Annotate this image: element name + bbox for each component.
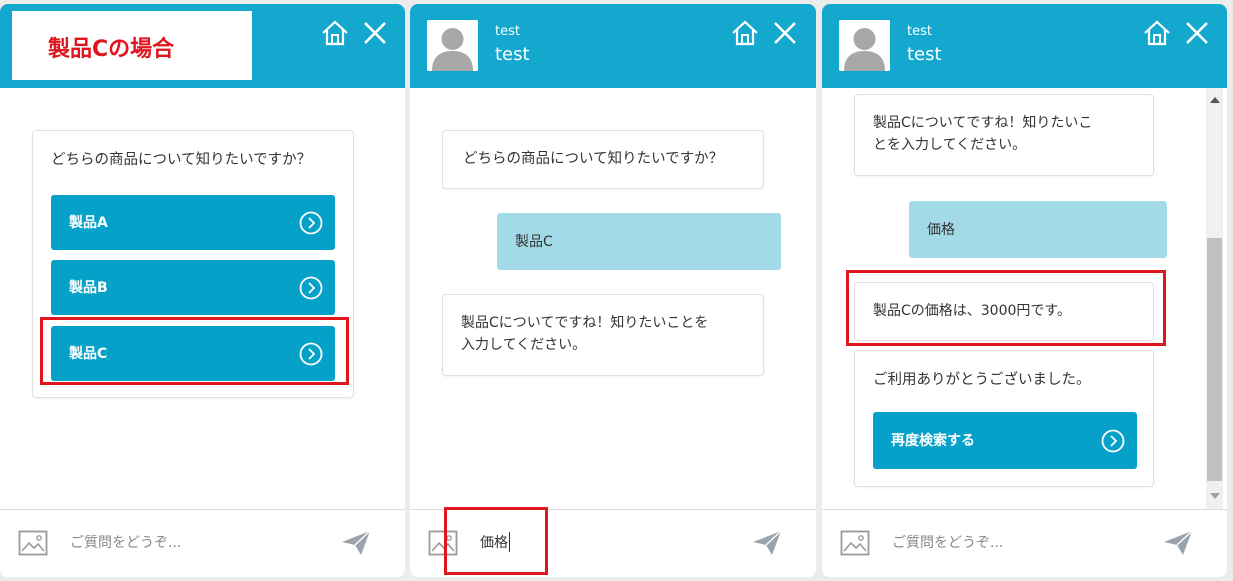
bot-name-small: test bbox=[495, 24, 520, 39]
message-text: 製品C bbox=[515, 234, 553, 250]
close-icon[interactable] bbox=[360, 18, 390, 48]
option-button-product-b[interactable]: 製品B bbox=[51, 260, 335, 315]
chat-body: どちらの商品について知りたいですか？ 製品A 製品B 製品C bbox=[0, 88, 405, 509]
message-text: どちらの商品について知りたいですか？ bbox=[463, 151, 724, 167]
chat-header: 製品Cの場合 bbox=[0, 4, 405, 88]
title-label: 製品Cの場合 bbox=[48, 37, 175, 62]
message-text-line2: 入力してください。 bbox=[461, 337, 587, 353]
chat-panel-1: 製品Cの場合 どちらの商品について知りたいですか？ 製品A 製品B 製品C ご質… bbox=[0, 4, 405, 577]
highlight-box bbox=[444, 507, 548, 575]
question-text: どちらの商品について知りたいですか？ bbox=[51, 152, 312, 168]
scroll-up-arrow[interactable] bbox=[1210, 97, 1220, 103]
avatar-icon bbox=[427, 20, 478, 71]
chat-panel-3: test test 製品Cについてですね！知りたいこ とを入力してください。 価… bbox=[822, 4, 1227, 577]
chat-panel-2: test test どちらの商品について知りたいですか？ 製品C 製品Cについて… bbox=[410, 4, 816, 577]
message-text-line2: とを入力してください。 bbox=[873, 137, 1027, 153]
scrollbar-thumb[interactable] bbox=[1207, 238, 1222, 481]
bot-message: 製品Cについてですね！知りたいこ とを入力してください。 bbox=[854, 94, 1154, 176]
home-icon[interactable] bbox=[1142, 18, 1172, 48]
option-label: 製品B bbox=[69, 279, 108, 296]
chat-footer: 価格 bbox=[410, 507, 816, 577]
bot-message: どちらの商品について知りたいですか？ bbox=[442, 130, 764, 189]
button-label: 再度検索する bbox=[891, 432, 975, 449]
close-icon[interactable] bbox=[1182, 18, 1212, 48]
scrollbar[interactable] bbox=[1206, 88, 1223, 509]
chevron-right-circle-icon bbox=[299, 211, 323, 234]
bot-message: ご利用ありがとうございました。 再度検索する bbox=[854, 350, 1154, 487]
message-input[interactable]: ご質問をどうぞ... bbox=[892, 532, 1003, 552]
option-label: 製品A bbox=[69, 214, 108, 231]
image-icon[interactable] bbox=[18, 530, 48, 556]
chevron-right-circle-icon bbox=[1101, 429, 1125, 452]
user-message: 製品C bbox=[497, 213, 781, 270]
message-text: 価格 bbox=[927, 222, 955, 238]
chat-header: test test bbox=[822, 4, 1227, 88]
chat-footer: ご質問をどうぞ... bbox=[822, 509, 1227, 577]
title-label-box: 製品Cの場合 bbox=[12, 11, 252, 80]
chevron-right-circle-icon bbox=[299, 276, 323, 299]
home-icon[interactable] bbox=[730, 18, 760, 48]
message-text-line1: 製品Cについてですね！知りたいこ bbox=[873, 115, 1093, 131]
image-icon[interactable] bbox=[840, 530, 870, 556]
chat-body: どちらの商品について知りたいですか？ 製品C 製品Cについてですね！知りたいこと… bbox=[410, 88, 816, 509]
chat-footer: ご質問をどうぞ... bbox=[0, 509, 405, 577]
bot-name: test bbox=[495, 44, 530, 65]
send-icon[interactable] bbox=[1163, 530, 1193, 556]
message-text: ご利用ありがとうございました。 bbox=[873, 372, 1091, 388]
send-icon[interactable] bbox=[341, 530, 371, 556]
scroll-down-arrow[interactable] bbox=[1210, 493, 1220, 499]
close-icon[interactable] bbox=[770, 18, 800, 48]
message-input[interactable]: ご質問をどうぞ... bbox=[70, 532, 181, 552]
message-text-line1: 製品Cについてですね！知りたいことを bbox=[461, 315, 709, 331]
chat-header: test test bbox=[410, 4, 816, 88]
send-icon[interactable] bbox=[752, 530, 782, 556]
avatar-icon bbox=[839, 20, 890, 71]
highlight-box bbox=[40, 317, 349, 385]
search-again-button[interactable]: 再度検索する bbox=[873, 412, 1137, 469]
chat-body: 製品Cについてですね！知りたいこ とを入力してください。 価格 製品Cの価格は、… bbox=[822, 88, 1227, 509]
bot-name: test bbox=[907, 44, 942, 65]
avatar bbox=[427, 20, 478, 71]
bot-name-small: test bbox=[907, 24, 932, 39]
user-message: 価格 bbox=[909, 201, 1167, 258]
avatar bbox=[839, 20, 890, 71]
option-button-product-a[interactable]: 製品A bbox=[51, 195, 335, 250]
bot-message: 製品Cについてですね！知りたいことを 入力してください。 bbox=[442, 294, 764, 376]
home-icon[interactable] bbox=[320, 18, 350, 48]
highlight-box bbox=[846, 270, 1166, 346]
